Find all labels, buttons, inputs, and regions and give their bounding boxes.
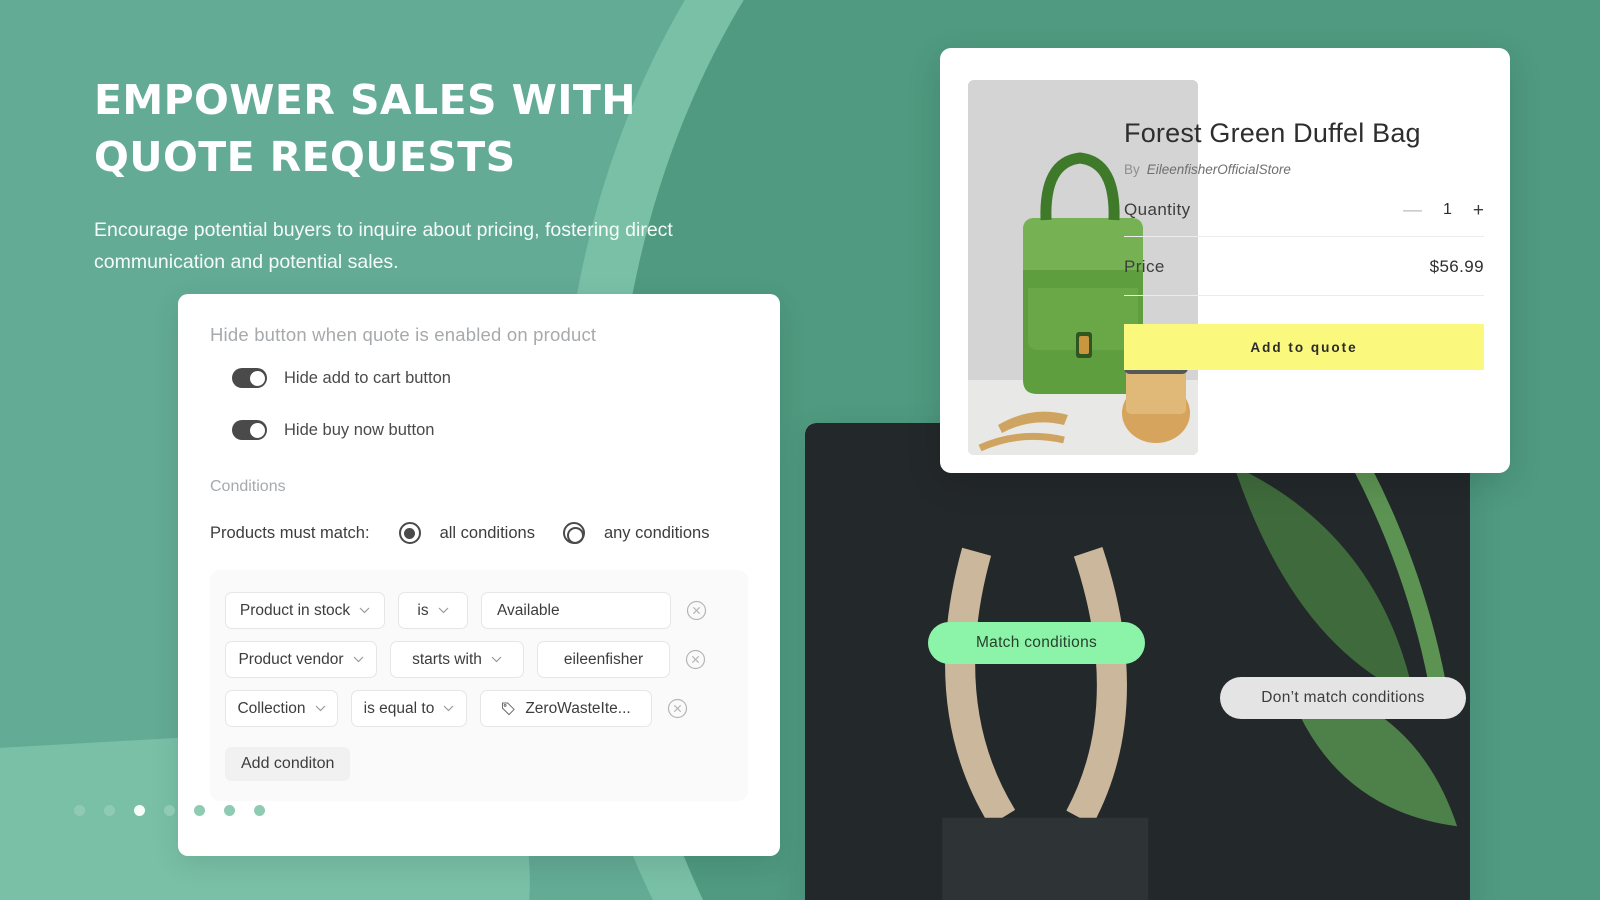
divider: Price $56.99	[1124, 257, 1484, 296]
condition-value-text: ZeroWasteIte...	[525, 699, 631, 717]
condition-row: Product in stock is Available	[225, 592, 730, 629]
condition-value-text: Available	[497, 601, 560, 619]
conditions-heading: Conditions	[210, 478, 286, 495]
condition-row: Product vendor starts with eileenfisher	[225, 641, 730, 678]
chevron-down-icon	[353, 656, 364, 663]
condition-value-input[interactable]: Available	[481, 592, 671, 629]
quantity-value: 1	[1442, 201, 1452, 218]
chevron-down-icon	[491, 656, 502, 663]
toggle-switch[interactable]	[232, 368, 267, 388]
hero-section: Empower sales with quote requests Encour…	[94, 72, 794, 278]
product-vendor-line: By EileenfisherOfficialStore	[1124, 162, 1484, 177]
carousel-dot[interactable]	[164, 805, 175, 816]
page-subtitle: Encourage potential buyers to inquire ab…	[94, 219, 673, 273]
condition-field-select[interactable]: Product in stock	[225, 592, 385, 629]
carousel-dots[interactable]	[74, 805, 265, 816]
product-detail-card: Forest Green Duffel Bag By EileenfisherOf…	[940, 48, 1510, 473]
carousel-dot[interactable]	[194, 805, 205, 816]
condition-field-value: Product vendor	[238, 650, 344, 668]
condition-operator-select[interactable]: is equal to	[351, 690, 467, 727]
condition-value-input[interactable]: eileenfisher	[537, 641, 670, 678]
divider: Quantity — 1 +	[1124, 200, 1484, 237]
chevron-down-icon	[315, 705, 326, 712]
remove-condition-icon[interactable]	[685, 649, 706, 670]
product-grid-card: Available Forest Green Duffel... Add to …	[805, 423, 1470, 900]
carousel-dot-active[interactable]	[134, 805, 145, 816]
chevron-down-icon	[443, 705, 454, 712]
quantity-label: Quantity	[1124, 200, 1191, 219]
quantity-row: Quantity — 1 +	[1124, 200, 1484, 236]
carousel-dot[interactable]	[254, 805, 265, 816]
quantity-decrement-button[interactable]: —	[1403, 201, 1422, 220]
radio-all-conditions[interactable]	[398, 522, 421, 544]
condition-field-select[interactable]: Collection	[225, 690, 338, 727]
condition-value-text: eileenfisher	[563, 650, 644, 668]
price-label: Price	[1124, 257, 1165, 276]
chevron-down-icon	[438, 607, 449, 614]
conditions-container: Product in stock is Available Product ve…	[210, 570, 748, 801]
list-item[interactable]	[805, 423, 1470, 900]
carousel-dot[interactable]	[104, 805, 115, 816]
product-detail-info: Forest Green Duffel Bag By EileenfisherOf…	[1124, 118, 1484, 370]
match-mode-label: Products must match:	[210, 523, 370, 542]
quantity-stepper[interactable]: — 1 +	[1403, 201, 1484, 220]
carousel-dot[interactable]	[224, 805, 235, 816]
remove-condition-icon[interactable]	[686, 600, 707, 621]
remove-condition-icon[interactable]	[667, 698, 688, 719]
settings-section-title: Hide button when quote is enabled on pro…	[210, 324, 597, 345]
condition-operator-select[interactable]: is	[398, 592, 468, 629]
match-mode-row: Products must match: all conditions any …	[210, 522, 748, 544]
condition-operator-select[interactable]: starts with	[390, 641, 524, 678]
tag-icon	[501, 701, 516, 716]
condition-field-select[interactable]: Product vendor	[225, 641, 377, 678]
condition-field-value: Collection	[237, 699, 306, 717]
settings-card: Hide button when quote is enabled on pro…	[178, 294, 780, 856]
condition-operator-value: starts with	[412, 650, 482, 668]
toggle-hide-add-to-cart[interactable]: Hide add to cart button	[232, 368, 748, 388]
page-title: Empower sales with quote requests	[94, 76, 636, 181]
add-to-quote-button[interactable]: Add to quote	[1124, 324, 1484, 370]
vendor-name: EileenfisherOfficialStore	[1146, 162, 1291, 177]
product-thumbnail	[805, 423, 1470, 900]
quantity-increment-button[interactable]: +	[1473, 201, 1484, 220]
price-value: $56.99	[1429, 257, 1484, 276]
toggle-label: Hide buy now button	[284, 420, 435, 439]
condition-field-value: Product in stock	[239, 601, 351, 619]
toggle-label: Hide add to cart button	[284, 368, 451, 387]
radio-all-conditions-label: all conditions	[439, 523, 535, 542]
radio-any-conditions[interactable]	[562, 522, 585, 544]
add-condition-button[interactable]: Add conditon	[225, 747, 351, 781]
condition-operator-value: is	[417, 601, 429, 619]
chevron-down-icon	[359, 607, 370, 614]
status-badge-match: Match conditions	[928, 622, 1145, 664]
status-badge-no-match: Don’t match conditions	[1220, 677, 1466, 719]
condition-row: Collection is equal to ZeroWasteIte...	[225, 690, 730, 727]
carousel-dot[interactable]	[74, 805, 85, 816]
by-label: By	[1124, 162, 1140, 177]
product-title: Forest Green Duffel Bag	[1124, 118, 1421, 148]
radio-any-conditions-label: any conditions	[603, 523, 710, 542]
toggle-switch[interactable]	[232, 420, 267, 440]
toggle-hide-buy-now[interactable]: Hide buy now button	[232, 420, 748, 440]
condition-value-input[interactable]: ZeroWasteIte...	[480, 690, 652, 727]
condition-operator-value: is equal to	[363, 699, 435, 717]
price-row: Price $56.99	[1124, 257, 1484, 295]
